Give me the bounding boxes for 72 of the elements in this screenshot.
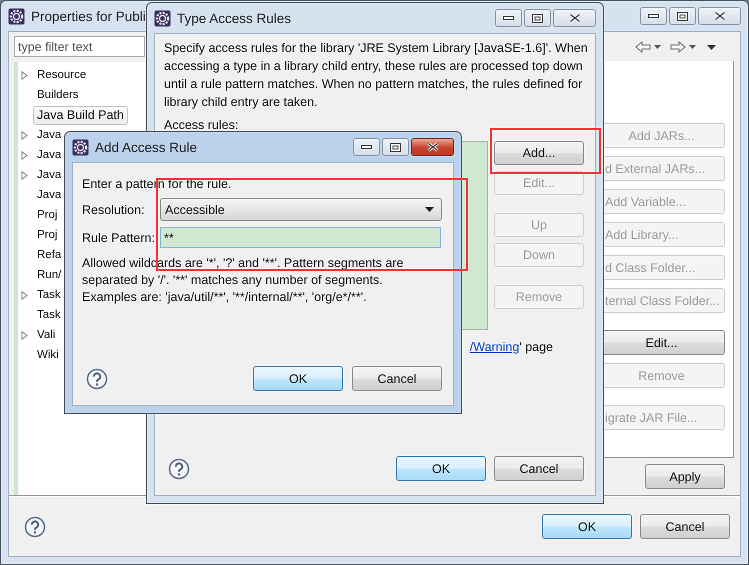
close-button[interactable] — [411, 138, 454, 156]
side-button[interactable]: Edit... — [601, 330, 725, 355]
minimize-button[interactable] — [640, 7, 667, 25]
dropdown-caret-icon[interactable] — [689, 45, 696, 49]
gear-icon — [154, 10, 171, 26]
tree-item[interactable]: Refa — [35, 246, 64, 264]
window-title: Type Access Rules — [177, 10, 292, 26]
close-icon — [426, 142, 438, 152]
forward-arrow-icon[interactable] — [670, 41, 686, 53]
description-text: Specify access rules for the library 'JRE System Library [JavaSE-1.6]'. When accessing a type in a library child entry, these rules are processed top down until a rule pattern matches. When no pattern matches, the rules defined for library child entry are taken. — [164, 40, 588, 111]
filter-field[interactable]: type filter text — [14, 36, 145, 57]
back-arrow-icon[interactable] — [635, 41, 651, 53]
tree-item[interactable]: Java — [35, 166, 64, 184]
ok-button[interactable]: OK — [396, 456, 486, 481]
list-label: Access rules: — [164, 117, 240, 134]
tree-item[interactable]: Builders — [35, 86, 81, 104]
close-button[interactable] — [698, 7, 741, 25]
tree-item[interactable]: Wiki — [35, 346, 61, 364]
help-icon[interactable] — [168, 458, 190, 480]
tree-item[interactable]: Task — [35, 306, 63, 324]
gear-icon — [8, 8, 25, 24]
maximize-icon — [677, 12, 688, 20]
maximize-button[interactable] — [524, 9, 551, 27]
maximize-icon — [390, 142, 401, 152]
tree-item[interactable]: Java — [35, 146, 64, 164]
maximize-button[interactable] — [669, 7, 696, 25]
field-label: Rule Pattern: — [82, 230, 156, 244]
tree-item[interactable]: Java — [35, 126, 64, 144]
expand-arrow-icon[interactable] — [21, 130, 28, 140]
close-icon — [568, 13, 580, 23]
expand-arrow-icon[interactable] — [21, 170, 28, 180]
note-text: /Warning' page — [470, 340, 553, 354]
minimize-button[interactable] — [353, 138, 380, 156]
minimize-icon — [361, 144, 372, 150]
minimize-icon — [648, 14, 659, 18]
maximize-button[interactable] — [382, 138, 409, 156]
help-icon[interactable] — [86, 368, 108, 390]
ok-button[interactable]: OK — [253, 366, 343, 391]
expand-arrow-icon[interactable] — [21, 70, 28, 80]
tree-item[interactable]: Task — [35, 286, 63, 304]
minimize-button[interactable] — [495, 9, 522, 27]
cancel-button[interactable]: Cancel — [640, 514, 730, 539]
dropdown-caret-icon[interactable] — [654, 45, 661, 49]
close-button[interactable] — [553, 9, 596, 27]
cancel-button[interactable]: Cancel — [352, 366, 442, 391]
maximize-icon — [532, 14, 543, 22]
gear-icon — [72, 138, 89, 156]
field-label: Resolution: — [82, 202, 146, 216]
rule-pattern-field[interactable]: ** — [160, 227, 441, 248]
tree-item[interactable]: Run/ — [35, 266, 64, 284]
rule-button[interactable]: Add... — [494, 141, 584, 165]
cancel-button[interactable]: Cancel — [494, 456, 584, 481]
tree-item[interactable]: Java Build Path — [33, 106, 128, 124]
tree-item[interactable]: Proj — [35, 206, 60, 224]
expand-arrow-icon[interactable] — [21, 290, 28, 300]
help-icon[interactable] — [24, 516, 46, 538]
tree-item[interactable]: Java — [35, 186, 64, 204]
tree-item[interactable]: Vali — [35, 326, 58, 344]
expand-arrow-icon[interactable] — [21, 150, 28, 160]
view-menu-icon[interactable] — [707, 44, 716, 50]
apply-button[interactable]: Apply — [645, 464, 725, 489]
minimize-icon — [503, 16, 514, 20]
link[interactable]: /Warning — [470, 340, 520, 354]
close-icon — [714, 11, 726, 21]
resolution-dropdown[interactable]: Accessible — [160, 198, 442, 221]
window-title: Properties for Publi — [31, 8, 146, 24]
tree-item[interactable]: Proj — [35, 226, 60, 244]
ok-button[interactable]: OK — [542, 514, 632, 539]
window-title: Add Access Rule — [95, 140, 198, 154]
dropdown-caret-icon — [425, 207, 434, 212]
tree-item[interactable]: Resource — [35, 66, 88, 84]
expand-arrow-icon[interactable] — [21, 330, 28, 340]
